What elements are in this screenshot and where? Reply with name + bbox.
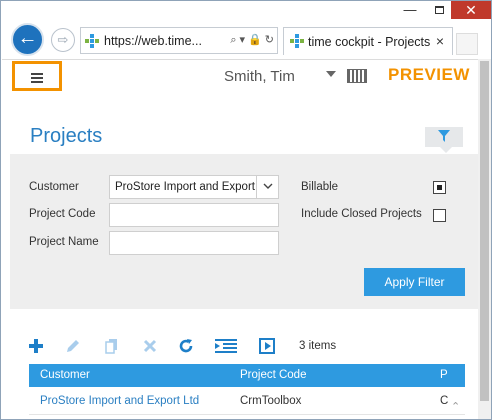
list-indent-icon[interactable] xyxy=(215,338,237,356)
column-header-customer[interactable]: Customer xyxy=(40,369,90,381)
project-code-input[interactable] xyxy=(109,203,279,227)
items-count: 3 items xyxy=(299,340,337,352)
scroll-up-chevron-icon[interactable]: ⌃ xyxy=(451,400,460,413)
billable-checkbox[interactable] xyxy=(433,181,446,194)
close-window-button[interactable]: ✕ xyxy=(451,1,491,21)
page-title: Projects xyxy=(30,125,103,147)
plus-icon[interactable] xyxy=(28,338,46,356)
delete-icon[interactable] xyxy=(142,338,160,356)
scrollbar-thumb[interactable] xyxy=(480,61,489,401)
refresh-icon[interactable] xyxy=(178,338,196,356)
time-cockpit-logo-icon xyxy=(290,34,304,48)
dropdown-caret-icon[interactable]: ▾ xyxy=(240,33,246,46)
new-tab-button[interactable] xyxy=(456,33,478,55)
address-url[interactable]: https://web.time... xyxy=(104,34,202,48)
refresh-icon[interactable]: ↻ xyxy=(265,33,274,46)
cell-p: C xyxy=(440,395,449,407)
column-header-p[interactable]: P xyxy=(440,369,448,381)
project-name-label: Project Name xyxy=(29,236,99,248)
include-closed-checkbox[interactable] xyxy=(433,209,446,222)
copy-icon[interactable] xyxy=(104,338,122,356)
cell-project-code: CrmToolbox xyxy=(240,395,302,407)
time-cockpit-logo-icon xyxy=(85,34,99,48)
table-header: Customer Project Code P xyxy=(29,364,465,387)
cell-customer[interactable]: ProStore Import and Export Ltd xyxy=(40,395,199,407)
apply-filter-button[interactable]: Apply Filter xyxy=(364,268,465,296)
address-actions: ⌕ ▾ 🔒 ↻ xyxy=(227,33,274,47)
tab-close-icon[interactable]: × xyxy=(436,33,444,49)
vertical-scrollbar[interactable] xyxy=(478,59,491,419)
customer-label: Customer xyxy=(29,181,79,193)
table-row[interactable]: ProStore Import and Export Ltd CrmToolbo… xyxy=(29,387,465,415)
maximize-icon xyxy=(434,6,444,14)
browser-window: — ✕ ← ⇨ https://web.time... ⌕ ▾ 🔒 ↻ time… xyxy=(0,0,492,420)
user-name[interactable]: Smith, Tim xyxy=(224,68,295,85)
customer-value: ProStore Import and Export Ltd xyxy=(115,181,255,193)
search-icon[interactable]: ⌕ xyxy=(230,34,236,47)
pencil-icon[interactable] xyxy=(65,338,83,356)
chevron-down-icon[interactable] xyxy=(256,176,278,198)
forward-button[interactable]: ⇨ xyxy=(51,28,75,52)
billable-label: Billable xyxy=(301,181,339,193)
browser-nav-bar: ← ⇨ https://web.time... ⌕ ▾ 🔒 ↻ time coc… xyxy=(1,19,491,59)
menu-button[interactable] xyxy=(12,61,62,91)
customer-select[interactable]: ProStore Import and Export Ltd xyxy=(109,175,279,199)
filter-toggle-button[interactable] xyxy=(425,127,463,153)
play-icon[interactable] xyxy=(259,338,277,356)
project-name-input[interactable] xyxy=(109,231,279,255)
back-button[interactable]: ← xyxy=(11,23,44,56)
maximize-button[interactable] xyxy=(425,1,453,21)
forward-arrow-icon: ⇨ xyxy=(57,32,69,47)
lock-icon[interactable]: 🔒 xyxy=(248,33,262,46)
back-arrow-icon: ← xyxy=(17,27,38,49)
column-header-project-code[interactable]: Project Code xyxy=(240,369,306,381)
tab-title: time cockpit - Projects xyxy=(308,35,431,49)
user-menu-caret-icon[interactable] xyxy=(326,71,336,77)
project-code-label: Project Code xyxy=(29,208,96,220)
browser-tab[interactable]: time cockpit - Projects × xyxy=(283,27,453,55)
include-closed-label: Include Closed Projects xyxy=(301,208,422,220)
address-bar[interactable]: https://web.time... ⌕ ▾ 🔒 ↻ xyxy=(80,27,278,54)
hamburger-icon xyxy=(31,73,43,85)
keyboard-icon[interactable] xyxy=(347,69,367,83)
minimize-button[interactable]: — xyxy=(396,1,424,21)
preview-badge: PREVIEW xyxy=(388,65,470,84)
filter-panel: Customer ProStore Import and Export Ltd … xyxy=(10,154,478,309)
app-header: Smith, Tim PREVIEW xyxy=(2,59,478,91)
